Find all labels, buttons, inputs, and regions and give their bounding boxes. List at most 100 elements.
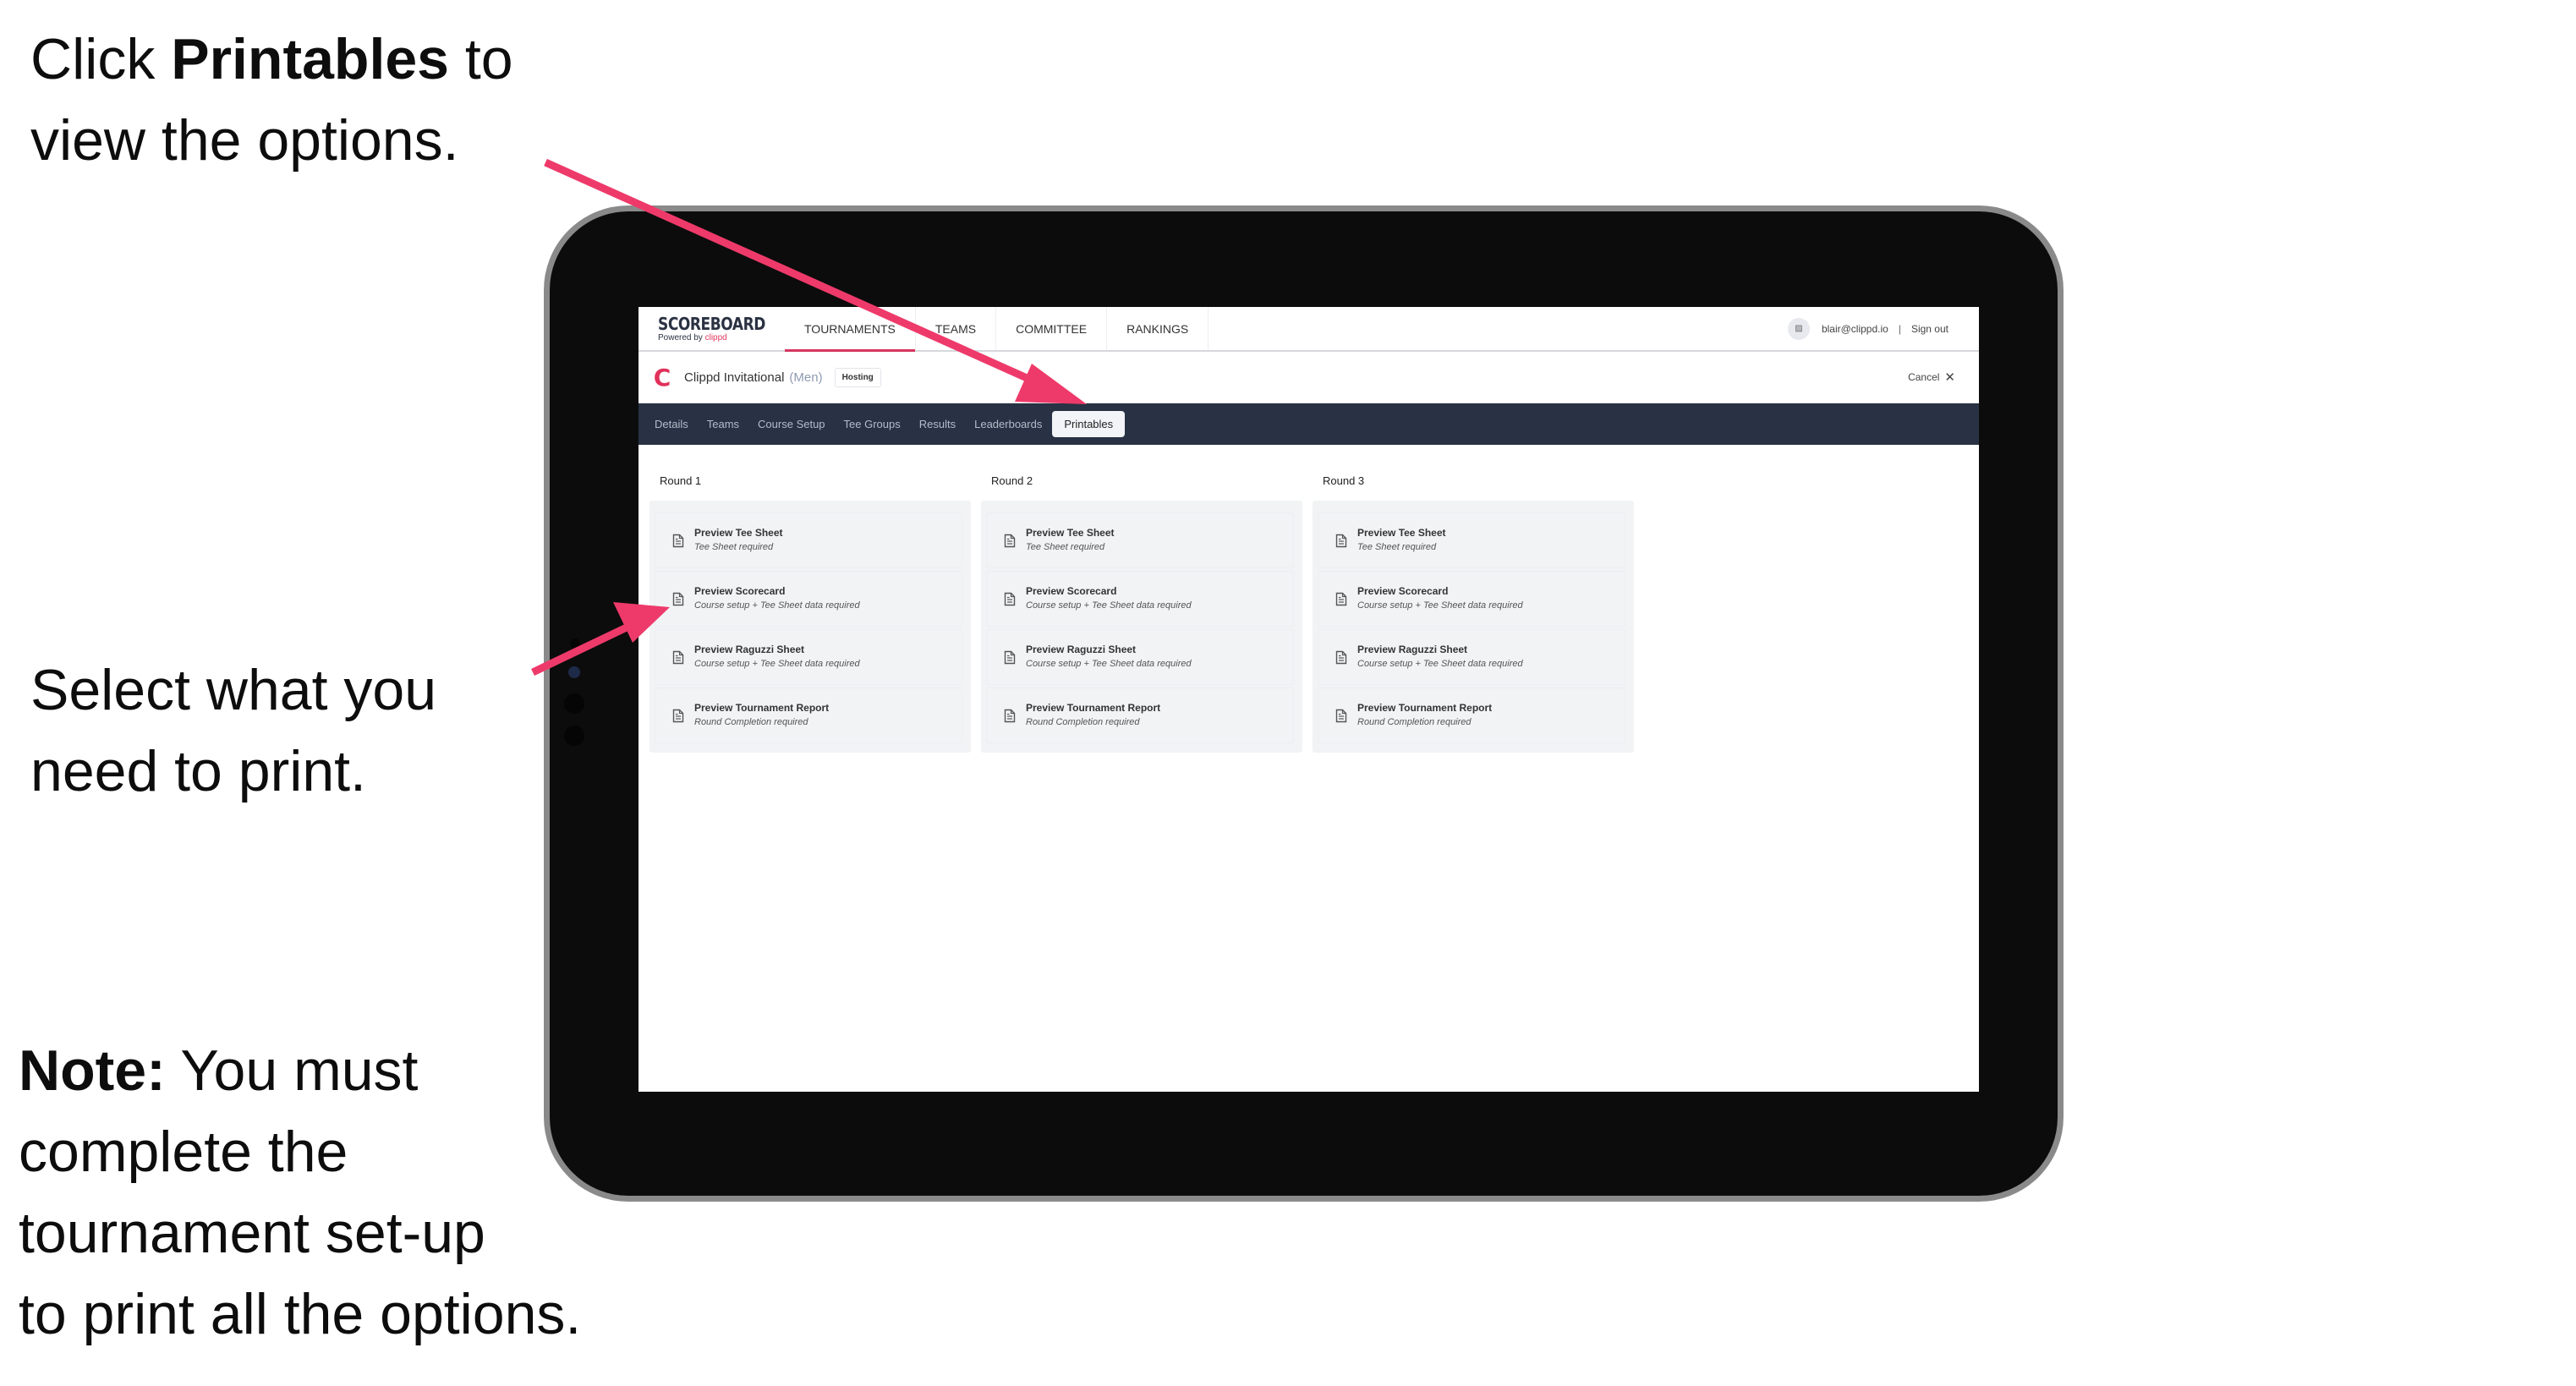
- document-icon: [1004, 534, 1016, 547]
- round-options: Preview Tee Sheet Tee Sheet required Previ…: [1313, 501, 1634, 753]
- caption-text: Click: [30, 27, 172, 91]
- option-title: Preview Scorecard: [1026, 585, 1117, 597]
- printable-option[interactable]: Preview Raguzzi Sheet Course setup + Tee …: [655, 629, 962, 685]
- document-icon: [1335, 709, 1347, 722]
- printable-option[interactable]: Preview Raguzzi Sheet Course setup + Tee …: [986, 629, 1294, 685]
- camera-lens-icon: [568, 666, 580, 678]
- nav-rankings[interactable]: RANKINGS: [1107, 307, 1209, 350]
- tournament-name: Clippd Invitational: [684, 370, 785, 385]
- option-title: Preview Tee Sheet: [1357, 527, 1446, 539]
- round-options: Preview Tee Sheet Tee Sheet required Previ…: [649, 501, 971, 753]
- printable-option[interactable]: Preview Tee Sheet Tee Sheet required: [1318, 512, 1625, 568]
- option-requirement: Course setup + Tee Sheet data required: [1357, 600, 1523, 611]
- printable-option[interactable]: Preview Tee Sheet Tee Sheet required: [986, 512, 1294, 568]
- option-requirement: Course setup + Tee Sheet data required: [1026, 659, 1192, 669]
- tab-printables[interactable]: Printables: [1052, 411, 1126, 437]
- nav-teams[interactable]: TEAMS: [916, 307, 997, 350]
- side-button: [564, 726, 584, 746]
- tab-leaderboards[interactable]: Leaderboards: [966, 412, 1050, 436]
- option-requirement: Round Completion required: [1357, 717, 1472, 727]
- option-title: Preview Raguzzi Sheet: [694, 644, 805, 655]
- tournament-tabs: Details Teams Course Setup Tee Groups Re…: [639, 403, 1979, 445]
- option-requirement: Tee Sheet required: [694, 542, 774, 552]
- option-requirement: Course setup + Tee Sheet data required: [694, 600, 860, 611]
- option-title: Preview Tournament Report: [1026, 702, 1161, 714]
- caption-text: tournament set-up: [19, 1201, 485, 1265]
- printable-option[interactable]: Preview Tournament Report Round Completio…: [986, 688, 1294, 743]
- caption-text: complete the: [19, 1120, 348, 1184]
- document-icon: [1004, 592, 1016, 605]
- option-title: Preview Scorecard: [694, 585, 786, 597]
- option-title: Preview Scorecard: [1357, 585, 1449, 597]
- printable-option[interactable]: Preview Scorecard Course setup + Tee Shee…: [986, 571, 1294, 627]
- document-icon: [1004, 650, 1016, 664]
- note-caption: Note: You must complete the tournament s…: [19, 1030, 581, 1355]
- caption-text: view the options.: [30, 108, 459, 173]
- round-title: Round 1: [649, 460, 971, 501]
- tab-course-setup[interactable]: Course Setup: [749, 412, 834, 436]
- document-icon: [1004, 709, 1016, 722]
- document-icon: [672, 650, 684, 664]
- avatar-icon[interactable]: ▨: [1787, 317, 1810, 340]
- document-icon: [1335, 534, 1347, 547]
- rounds-container: Round 1 Preview Tee Sheet Tee Sheet requir…: [639, 445, 1979, 753]
- tab-tee-groups[interactable]: Tee Groups: [836, 412, 909, 436]
- round-column: Round 3 Preview Tee Sheet Tee Sheet requir…: [1313, 460, 1634, 753]
- caption-bold: Note:: [19, 1038, 166, 1103]
- document-icon: [672, 709, 684, 722]
- printable-option[interactable]: Preview Tee Sheet Tee Sheet required: [655, 512, 962, 568]
- option-requirement: Course setup + Tee Sheet data required: [1357, 659, 1523, 669]
- caption-text: Select what you: [30, 658, 437, 722]
- top-navbar: SCOREBOARD Powered by clippd TOURNAMENTS…: [639, 307, 1979, 352]
- tab-details[interactable]: Details: [646, 412, 697, 436]
- tab-teams[interactable]: Teams: [699, 412, 748, 436]
- option-requirement: Tee Sheet required: [1026, 542, 1105, 552]
- document-icon: [672, 534, 684, 547]
- round-column: Round 2 Preview Tee Sheet Tee Sheet requir…: [981, 460, 1302, 753]
- option-title: Preview Tournament Report: [1357, 702, 1493, 714]
- option-title: Preview Raguzzi Sheet: [1026, 644, 1137, 655]
- document-icon: [1335, 650, 1347, 664]
- printable-option[interactable]: Preview Scorecard Course setup + Tee Shee…: [655, 571, 962, 627]
- round-title: Round 2: [981, 460, 1302, 501]
- option-requirement: Course setup + Tee Sheet data required: [694, 659, 860, 669]
- scoreboard-logo[interactable]: SCOREBOARD Powered by clippd: [639, 307, 785, 350]
- main-nav: TOURNAMENTS TEAMS COMMITTEE RANKINGS: [785, 307, 1209, 352]
- caption-text: need to print.: [30, 739, 366, 803]
- round-title: Round 3: [1313, 460, 1634, 501]
- user-email: blair@clippd.io: [1821, 322, 1888, 335]
- tournament-header: C Clippd Invitational (Men) Hosting Canc…: [639, 352, 1979, 403]
- round-options: Preview Tee Sheet Tee Sheet required Previ…: [981, 501, 1302, 753]
- logo-subtitle: Powered by clippd: [658, 333, 785, 343]
- separator: |: [1898, 322, 1901, 335]
- hosting-badge: Hosting: [834, 367, 881, 387]
- option-title: Preview Tee Sheet: [1026, 527, 1115, 539]
- cancel-button[interactable]: Cancel ✕: [1908, 370, 1955, 385]
- option-requirement: Course setup + Tee Sheet data required: [1026, 600, 1192, 611]
- printable-option[interactable]: Preview Tournament Report Round Completio…: [1318, 688, 1625, 743]
- caption-text: to print all the options.: [19, 1282, 582, 1346]
- printable-option[interactable]: Preview Scorecard Course setup + Tee Shee…: [1318, 571, 1625, 627]
- printable-option[interactable]: Preview Raguzzi Sheet Course setup + Tee …: [1318, 629, 1625, 685]
- option-title: Preview Tournament Report: [694, 702, 830, 714]
- logo-brand: clippd: [704, 332, 727, 342]
- caption-bold: Printables: [171, 27, 449, 91]
- document-icon: [1335, 592, 1347, 605]
- close-icon: ✕: [1944, 370, 1955, 385]
- logo-title: SCOREBOARD: [658, 313, 765, 334]
- instruction-select-print: Select what you need to print.: [30, 649, 436, 812]
- caption-text: You must: [165, 1038, 419, 1103]
- sign-out-link[interactable]: Sign out: [1911, 323, 1948, 335]
- nav-tournaments[interactable]: TOURNAMENTS: [785, 307, 916, 352]
- instruction-click-printables: Click Printables to view the options.: [30, 19, 513, 181]
- option-requirement: Round Completion required: [694, 717, 808, 727]
- clippd-logo-icon: C: [653, 363, 671, 392]
- caption-text: to: [449, 27, 513, 91]
- printable-option[interactable]: Preview Tournament Report Round Completio…: [655, 688, 962, 743]
- nav-committee[interactable]: COMMITTEE: [996, 307, 1108, 350]
- option-requirement: Round Completion required: [1026, 717, 1140, 727]
- option-title: Preview Tee Sheet: [694, 527, 783, 539]
- tab-results[interactable]: Results: [911, 412, 964, 436]
- tournament-gender: (Men): [789, 370, 823, 385]
- round-column: Round 1 Preview Tee Sheet Tee Sheet requir…: [649, 460, 971, 753]
